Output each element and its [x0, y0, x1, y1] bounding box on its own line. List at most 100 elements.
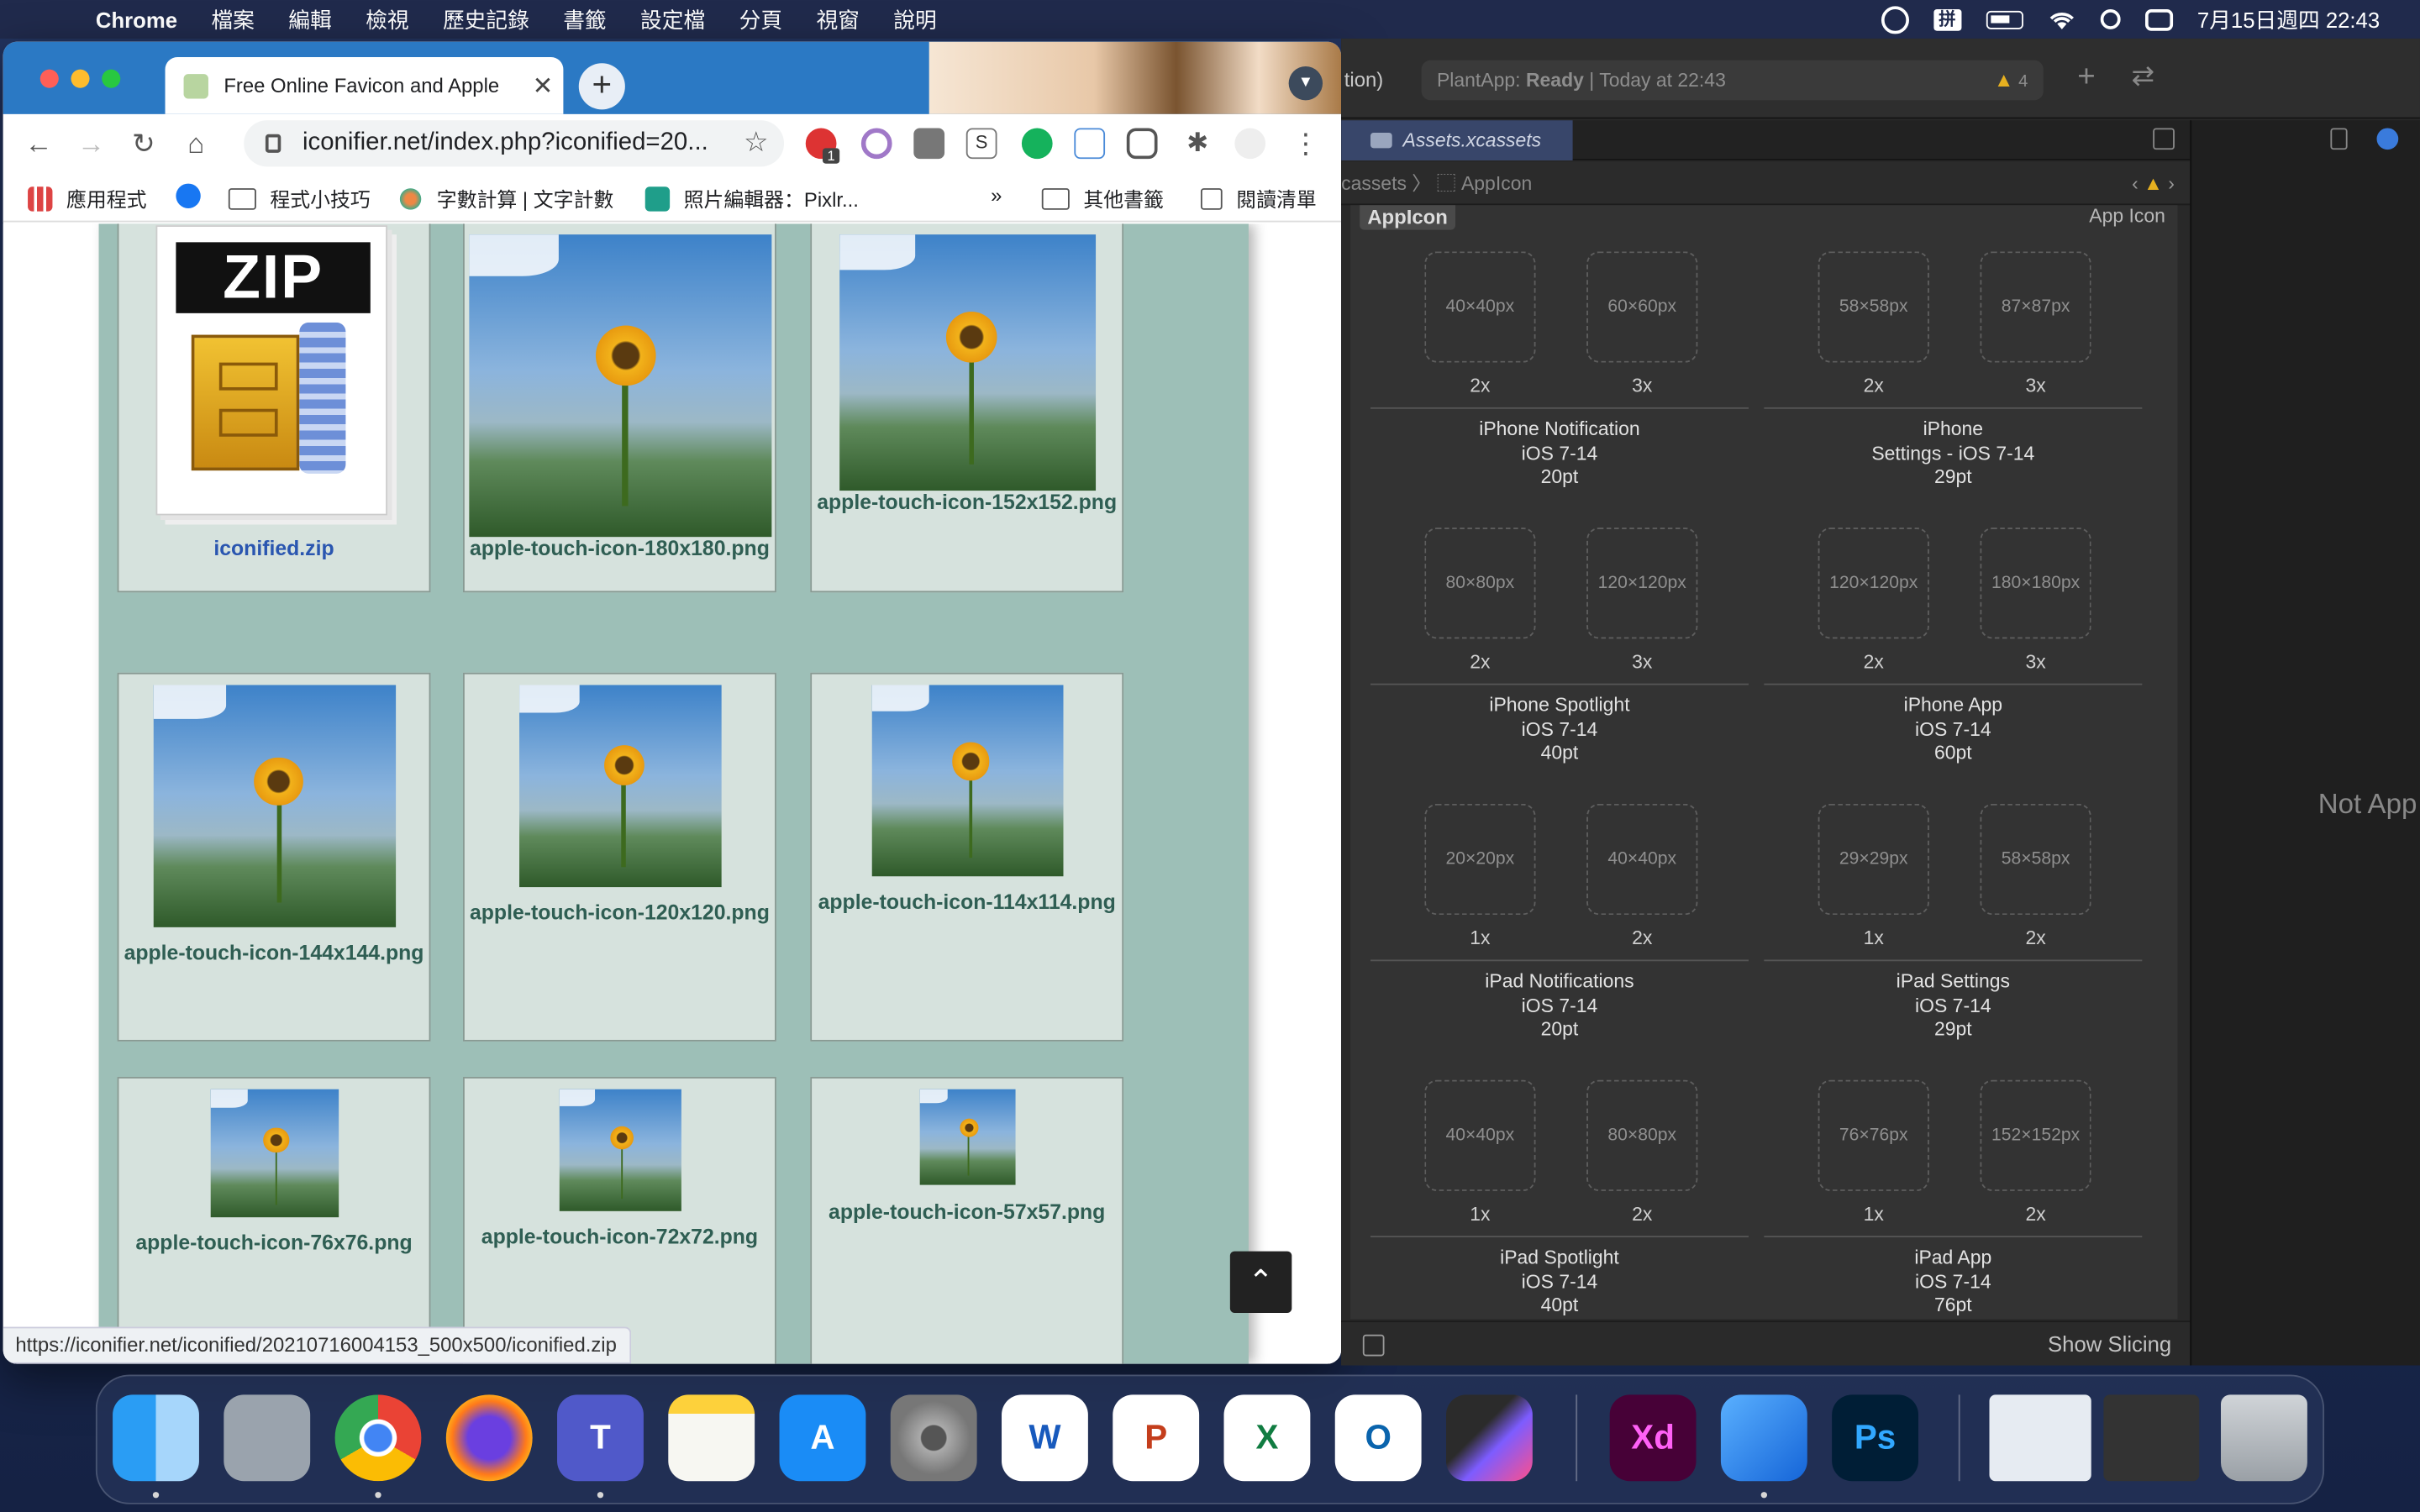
tab-close-icon[interactable]: ✕ [533, 71, 554, 102]
icon-slot[interactable]: 29×29px [1818, 803, 1929, 916]
icon-slot[interactable]: 58×58px [1980, 803, 2091, 916]
library-add-button[interactable]: + [2077, 60, 2095, 96]
new-tab-button[interactable]: + [578, 63, 625, 110]
history-inspector-icon[interactable] [2376, 128, 2399, 150]
download-card-zip[interactable]: ZIP iconified.zip [117, 223, 431, 593]
icon-slot[interactable]: 40×40px [1424, 1079, 1536, 1191]
minimize-window-button[interactable] [71, 69, 90, 88]
menu-bookmarks[interactable]: 書籤 [563, 4, 606, 35]
card-label[interactable]: apple-touch-icon-152x152.png [812, 491, 1122, 514]
icon-slot[interactable]: 180×180px [1980, 528, 2091, 639]
download-card-76[interactable]: apple-touch-icon-76x76.png [117, 1077, 431, 1364]
battery-icon[interactable] [1986, 9, 2023, 29]
icon-slot[interactable]: 40×40px [1586, 803, 1698, 916]
tab-iconifier[interactable]: Free Online Favicon and Apple ✕ [165, 56, 564, 114]
card-label[interactable]: apple-touch-icon-57x57.png [812, 1200, 1122, 1224]
trash-icon[interactable] [2221, 1394, 2307, 1482]
download-card-114[interactable]: apple-touch-icon-114x114.png [810, 672, 1124, 1042]
reload-button[interactable]: ↻ [118, 128, 170, 160]
excel-icon[interactable]: X [1223, 1394, 1311, 1482]
control-center-icon[interactable] [2144, 8, 2173, 30]
card-label[interactable]: apple-touch-icon-76x76.png [118, 1231, 429, 1255]
bookmark-star-icon[interactable]: ☆ [744, 127, 769, 160]
download-card-152[interactable]: apple-touch-icon-152x152.png [810, 223, 1124, 593]
bookmark-facebook[interactable] [176, 183, 214, 208]
xcode-icon[interactable] [1720, 1394, 1807, 1482]
extension-blue-icon[interactable] [1074, 128, 1106, 160]
tab-assets-xcassets[interactable]: Assets.xcassets [1341, 120, 1573, 161]
chrome-menu-icon[interactable]: ⋮ [1290, 128, 1321, 159]
code-review-toggle-icon[interactable]: ⇄ [2131, 60, 2154, 93]
download-card-144[interactable]: apple-touch-icon-144x144.png [117, 672, 431, 1042]
icon-slot[interactable]: 80×80px [1424, 528, 1536, 639]
card-label[interactable]: apple-touch-icon-120x120.png [465, 901, 775, 925]
extension-circle-icon[interactable] [860, 128, 892, 160]
photoshop-icon[interactable]: Ps [1832, 1394, 1919, 1482]
notes-icon[interactable] [668, 1394, 755, 1482]
menu-file[interactable]: 檔案 [211, 4, 254, 35]
address-url[interactable]: iconifier.net/index.php?iconified=20... [302, 129, 734, 157]
icon-slot[interactable]: 60×60px [1586, 251, 1698, 363]
launchpad-icon[interactable] [224, 1394, 311, 1482]
creative-cloud-icon[interactable] [1881, 5, 1909, 34]
download-card-57[interactable]: apple-touch-icon-57x57.png [810, 1077, 1124, 1364]
menu-view[interactable]: 檢視 [366, 4, 408, 35]
icon-slot[interactable]: 20×20px [1424, 803, 1536, 916]
wifi-icon[interactable] [2048, 8, 2075, 30]
warning-indicator[interactable]: ▲ 4 [1994, 60, 2028, 102]
menu-edit[interactable]: 編輯 [288, 4, 331, 35]
scheme-selector[interactable]: tion) [1344, 68, 1383, 92]
bookmark-word-count[interactable]: 字數計算 | 文字計數 [397, 184, 613, 213]
icon-slot[interactable]: 152×152px [1980, 1079, 2091, 1191]
outlook-icon[interactable]: O [1334, 1394, 1422, 1482]
forward-button[interactable]: → [65, 128, 117, 160]
menu-window[interactable]: 視窗 [816, 4, 859, 35]
icon-slot[interactable]: 120×120px [1586, 528, 1698, 639]
menu-help[interactable]: 說明 [893, 4, 936, 35]
address-bar[interactable]: iconifier.net/index.php?iconified=20... … [244, 120, 785, 167]
icon-slot[interactable]: 58×58px [1818, 251, 1929, 363]
bookmarks-overflow-button[interactable]: » [991, 184, 1002, 207]
scroll-to-top-button[interactable]: ⌃ [1229, 1251, 1292, 1314]
firefox-icon[interactable] [445, 1394, 533, 1482]
system-preferences-icon[interactable] [890, 1394, 977, 1482]
menu-profiles[interactable]: 設定檔 [640, 4, 705, 35]
menu-clock[interactable]: 7月15日週四 22:43 [2197, 4, 2380, 35]
card-label[interactable]: apple-touch-icon-180x180.png [465, 537, 775, 560]
grammarly-extension-icon[interactable] [1021, 128, 1053, 160]
menu-tab[interactable]: 分頁 [739, 4, 782, 35]
spotlight-search-icon[interactable] [2100, 9, 2121, 29]
extension-s-icon[interactable]: S [965, 128, 997, 160]
home-button[interactable]: ⌂ [170, 128, 222, 160]
card-label[interactable]: apple-touch-icon-144x144.png [118, 941, 429, 964]
powerpoint-icon[interactable]: P [1113, 1394, 1200, 1482]
window-preview-2[interactable] [2103, 1394, 2200, 1482]
menu-app-name[interactable]: Chrome [96, 7, 177, 31]
chrome-icon[interactable] [334, 1394, 422, 1482]
bookmark-pixlr[interactable]: 照片編輯器：Pixlr... [644, 184, 859, 213]
show-slicing-button[interactable]: Show Slicing [2048, 1331, 2171, 1356]
file-inspector-icon[interactable] [2330, 128, 2348, 150]
download-card-72[interactable]: apple-touch-icon-72x72.png [463, 1077, 776, 1364]
line-extension-icon[interactable] [1126, 128, 1158, 160]
download-card-120[interactable]: apple-touch-icon-120x120.png [463, 672, 776, 1042]
card-label[interactable]: apple-touch-icon-72x72.png [465, 1225, 775, 1248]
input-method-icon[interactable]: 拼 [1933, 8, 1961, 30]
jump-bar-path[interactable]: cassets 〉 ⬚ AppIcon [1341, 173, 1532, 195]
icon-slot[interactable]: 87×87px [1980, 251, 2091, 363]
icon-slot[interactable]: 76×76px [1818, 1079, 1929, 1191]
reading-list-button[interactable]: 閱讀清單 [1200, 184, 1317, 213]
bookmark-apps[interactable]: 應用程式 [28, 184, 147, 213]
tab-search-icon[interactable]: ▼ [1288, 66, 1323, 101]
profile-avatar[interactable] [1234, 128, 1266, 160]
back-button[interactable]: ← [13, 128, 65, 160]
download-card-180[interactable]: apple-touch-icon-180x180.png [463, 223, 776, 593]
bookmark-other[interactable]: 其他書籤 [1041, 184, 1164, 213]
word-icon[interactable]: W [1002, 1394, 1088, 1482]
icon-slot[interactable]: 80×80px [1586, 1079, 1698, 1191]
jump-bar[interactable]: cassets 〉 ⬚ AppIcon ‹ ▲ › [1341, 161, 2191, 206]
extensions-puzzle-icon[interactable]: ✱ [1182, 128, 1213, 159]
lock-icon[interactable] [265, 134, 281, 153]
close-window-button[interactable] [39, 69, 59, 88]
menu-history[interactable]: 歷史記錄 [443, 4, 529, 35]
